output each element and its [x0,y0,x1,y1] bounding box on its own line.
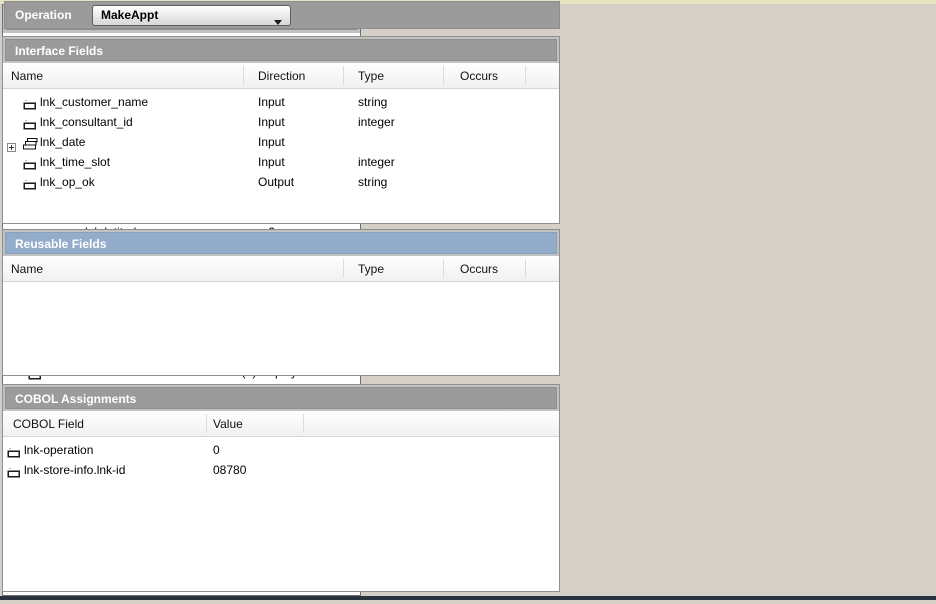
cobol-assignments-chrome: COBOL Assignments [3,385,559,411]
field-name: lnk_customer_name [40,92,148,112]
field-icon [7,465,21,485]
column-divider [525,66,526,85]
interface-fields-section: Interface Fields Name Direction Type Occ… [2,36,560,224]
dropdown-arrow-icon [274,13,283,31]
reusable-fields-title: Reusable Fields [15,237,106,251]
operation-label: Operation [15,2,72,28]
reusable-fields-title-bar: Reusable Fields [5,232,557,254]
reusable-fields-list [3,282,559,285]
column-header-cobol-field[interactable]: COBOL Field [13,417,84,431]
field-type: integer [358,112,395,132]
assignment-row[interactable]: lnk-operation 0 [3,440,559,460]
reusable-fields-chrome: Reusable Fields [3,230,559,256]
field-icon [23,177,37,197]
field-name: lnk_consultant_id [40,112,133,132]
field-type: string [358,92,387,112]
column-divider [443,66,444,85]
interface-fields-title-bar: Interface Fields [5,39,557,61]
field-type: string [358,172,387,192]
field-name: lnk_op_ok [40,172,95,192]
cobol-assignments-title: COBOL Assignments [15,392,136,406]
operation-dropdown-value: MakeAppt [101,8,158,22]
field-direction: Input [258,92,285,112]
interface-fields-list: lnk_customer_nameInputstringlnk_consulta… [3,89,559,192]
field-direction: Input [258,152,285,172]
column-header-occurs[interactable]: Occurs [460,262,498,276]
field-direction: Input [258,132,285,152]
column-header-value[interactable]: Value [213,417,243,431]
column-divider [206,414,207,433]
interface-field-row[interactable]: lnk_consultant_id Input integer [3,112,559,132]
column-header-name[interactable]: Name [11,262,43,276]
reusable-columns-header: Name Type Occurs [3,256,559,282]
column-header-direction[interactable]: Direction [258,69,305,83]
operation-mapping-panel: Operation MakeAppt Interface Fields Name… [0,0,563,592]
assignment-row[interactable]: lnk-store-info.lnk-id 08780 [3,460,559,480]
column-divider [443,259,444,278]
column-header-occurs[interactable]: Occurs [460,69,498,83]
column-divider [343,259,344,278]
column-header-name[interactable]: Name [11,69,43,83]
operation-dropdown[interactable]: MakeAppt [92,5,291,26]
interface-field-row[interactable]: lnk_date Input [3,132,559,152]
column-divider [525,259,526,278]
cobol-assignments-section: COBOL Assignments COBOL Field Value lnk-… [2,384,560,592]
assignments-list: lnk-operation 0 lnk-store-info.lnk-id 08780 [3,437,559,480]
field-direction: Input [258,112,285,132]
assignments-columns-header: COBOL Field Value [3,411,559,437]
window-bottom-edge [0,596,936,600]
interface-columns-header: Name Direction Type Occurs [3,63,559,89]
column-divider [343,66,344,85]
field-direction: Output [258,172,294,192]
cobol-field-name: lnk-store-info.lnk-id [24,460,125,480]
column-divider [243,66,244,85]
column-header-type[interactable]: Type [358,69,384,83]
field-name: lnk_time_slot [40,152,110,172]
field-name: lnk_date [40,132,85,152]
operation-bar: Operation MakeAppt [4,1,560,29]
field-type: integer [358,152,395,172]
column-divider [303,414,304,433]
cobol-assignments-title-bar: COBOL Assignments [5,387,557,409]
assignment-value: 08780 [213,460,246,480]
reusable-fields-section: Reusable Fields Name Type Occurs [2,229,560,376]
cobol-field-name: lnk-operation [24,440,93,460]
interface-fields-title: Interface Fields [15,44,103,58]
interface-field-row[interactable]: lnk_time_slot Input integer [3,152,559,172]
column-header-type[interactable]: Type [358,262,384,276]
interface-fields-chrome: Interface Fields [3,37,559,63]
interface-field-row[interactable]: lnk_customer_name Input string [3,92,559,112]
interface-field-row[interactable]: lnk_op_ok Output string [3,172,559,192]
assignment-value: 0 [213,440,220,460]
